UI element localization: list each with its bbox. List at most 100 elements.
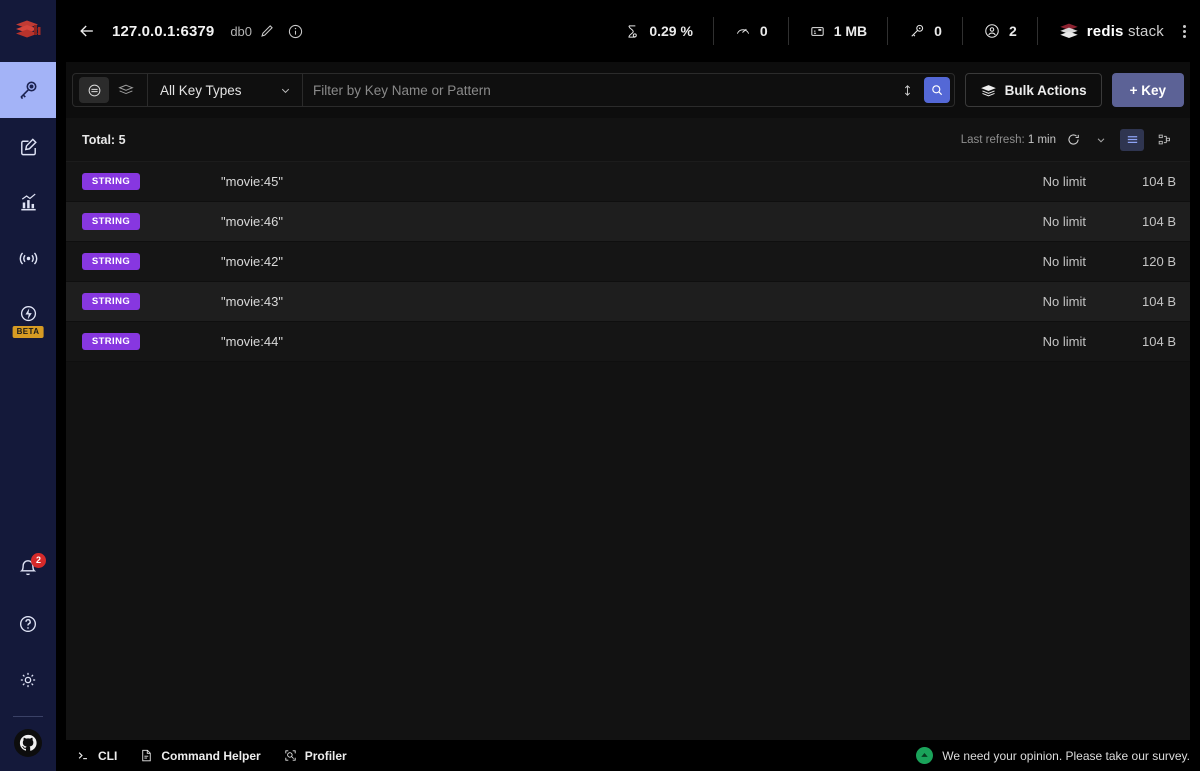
bulk-actions-button[interactable]: Bulk Actions	[965, 73, 1102, 107]
key-icon	[908, 22, 926, 40]
key-type-select-value: All Key Types	[160, 83, 242, 98]
redis-logo-icon[interactable]	[0, 0, 56, 62]
status-badge: STRING	[82, 173, 140, 190]
command-helper-button[interactable]: Command Helper	[139, 748, 260, 763]
rail-divider	[13, 716, 43, 717]
sidebar-item-help[interactable]	[0, 596, 56, 652]
rail-primary-items: BETA	[0, 62, 56, 342]
key-name: "movie:45"	[221, 174, 966, 189]
brand-primary: redis	[1087, 23, 1124, 40]
brand-secondary: stack	[1128, 23, 1164, 40]
database-index: db0	[230, 24, 252, 39]
sidebar-item-notifications[interactable]: 2	[0, 540, 56, 596]
layers-stack-icon	[980, 82, 997, 99]
command-helper-label: Command Helper	[161, 749, 260, 763]
metric-cpu-value: 0.29 %	[649, 23, 693, 39]
pencil-icon[interactable]	[259, 23, 275, 39]
main-area: 127.0.0.1:6379 db0 0.29 %	[56, 0, 1200, 771]
keys-panel: Total: 5 Last refresh: 1 min	[66, 118, 1190, 740]
metric-keys[interactable]: 0	[887, 17, 962, 45]
total-keys-label: Total: 5	[82, 133, 126, 147]
key-ttl: No limit	[966, 294, 1086, 309]
sidebar-item-settings[interactable]	[0, 652, 56, 708]
key-size: 104 B	[1086, 334, 1176, 349]
memory-chip-icon	[809, 23, 826, 40]
key-type-select[interactable]: All Key Types	[148, 74, 303, 106]
key-circle-icon[interactable]	[79, 77, 109, 103]
table-row[interactable]: STRING "movie:43" No limit 104 B	[66, 282, 1190, 322]
refresh-icon[interactable]	[1062, 129, 1084, 151]
left-navigation-rail: BETA 2	[0, 0, 56, 771]
survey-text: We need your opinion. Please take our su…	[942, 749, 1190, 763]
chevron-down-icon	[279, 84, 292, 97]
status-badge: STRING	[82, 333, 140, 350]
table-row[interactable]: STRING "movie:42" No limit 120 B	[66, 242, 1190, 282]
key-ttl: No limit	[966, 254, 1086, 269]
cli-button[interactable]: CLI	[76, 748, 117, 763]
key-name: "movie:42"	[221, 254, 966, 269]
search-input[interactable]	[313, 83, 895, 98]
header-metrics: 0.29 % 0 1 MB	[604, 17, 1186, 45]
key-ttl: No limit	[966, 334, 1086, 349]
key-ttl: No limit	[966, 174, 1086, 189]
profiler-button[interactable]: Profiler	[283, 748, 347, 763]
sort-vertical-icon[interactable]	[895, 77, 921, 103]
gauge-icon	[734, 22, 752, 40]
key-name: "movie:44"	[221, 334, 966, 349]
cli-label: CLI	[98, 749, 117, 763]
search-icon[interactable]	[924, 77, 950, 103]
metric-memory-value: 1 MB	[834, 23, 867, 39]
table-row[interactable]: STRING "movie:44" No limit 104 B	[66, 322, 1190, 362]
database-host: 127.0.0.1:6379	[112, 23, 214, 40]
key-size: 120 B	[1086, 254, 1176, 269]
keys-panel-header-actions: Last refresh: 1 min	[961, 129, 1176, 151]
sidebar-item-triggers-and-functions[interactable]: BETA	[0, 286, 56, 342]
key-size: 104 B	[1086, 294, 1176, 309]
last-refresh-value: 1 min	[1028, 134, 1056, 146]
filter-bar: All Key Types	[66, 62, 1190, 118]
refresh-options-chevron-down-icon[interactable]	[1090, 129, 1112, 151]
document-icon	[139, 748, 154, 763]
terminal-icon	[76, 748, 91, 763]
key-size: 104 B	[1086, 214, 1176, 229]
key-size: 104 B	[1086, 174, 1176, 189]
table-row[interactable]: STRING "movie:46" No limit 104 B	[66, 202, 1190, 242]
sidebar-item-pubsub[interactable]	[0, 230, 56, 286]
notification-count-badge: 2	[31, 553, 46, 568]
info-circle-icon[interactable]	[287, 23, 304, 40]
last-refresh-label: Last refresh: 1 min	[961, 134, 1056, 146]
list-icon[interactable]	[1120, 129, 1144, 151]
add-key-button[interactable]: + Key	[1112, 73, 1184, 107]
redis-stack-brand: redis stack	[1037, 17, 1186, 45]
search-wrapper	[303, 74, 954, 106]
metric-cpu[interactable]: 0.29 %	[604, 17, 713, 45]
redis-stack-logo-icon	[1058, 20, 1080, 42]
metric-connections[interactable]: 2	[962, 17, 1037, 45]
metric-commands[interactable]: 0	[713, 17, 788, 45]
sidebar-item-workbench[interactable]	[0, 118, 56, 174]
metric-keys-value: 0	[934, 23, 942, 39]
sidebar-item-analysis-tools[interactable]	[0, 174, 56, 230]
sidebar-item-browser[interactable]	[0, 62, 56, 118]
metric-memory[interactable]: 1 MB	[788, 17, 887, 45]
user-circle-icon	[983, 22, 1001, 40]
keys-panel-header: Total: 5 Last refresh: 1 min	[66, 118, 1190, 162]
filter-input-group: All Key Types	[72, 73, 955, 107]
layers-stack-icon[interactable]	[111, 77, 141, 103]
key-name: "movie:43"	[221, 294, 966, 309]
metric-commands-value: 0	[760, 23, 768, 39]
tree-icon[interactable]	[1152, 129, 1176, 151]
rail-bottom-items: 2	[0, 540, 56, 771]
bottom-bar: CLI Command Helper Profiler	[56, 740, 1200, 771]
magnifier-box-icon	[283, 748, 298, 763]
table-row[interactable]: STRING "movie:45" No limit 104 B	[66, 162, 1190, 202]
last-refresh-text: Last refresh:	[961, 134, 1025, 146]
hourglass-icon	[624, 23, 641, 40]
sidebar-item-github[interactable]	[14, 729, 42, 757]
bulk-actions-label: Bulk Actions	[1005, 83, 1087, 98]
kebab-menu-icon[interactable]	[1183, 25, 1186, 38]
status-badge: STRING	[82, 253, 140, 270]
survey-banner[interactable]: We need your opinion. Please take our su…	[916, 747, 1190, 764]
arrow-left-icon[interactable]	[74, 18, 100, 44]
view-toggle-group	[73, 74, 148, 106]
